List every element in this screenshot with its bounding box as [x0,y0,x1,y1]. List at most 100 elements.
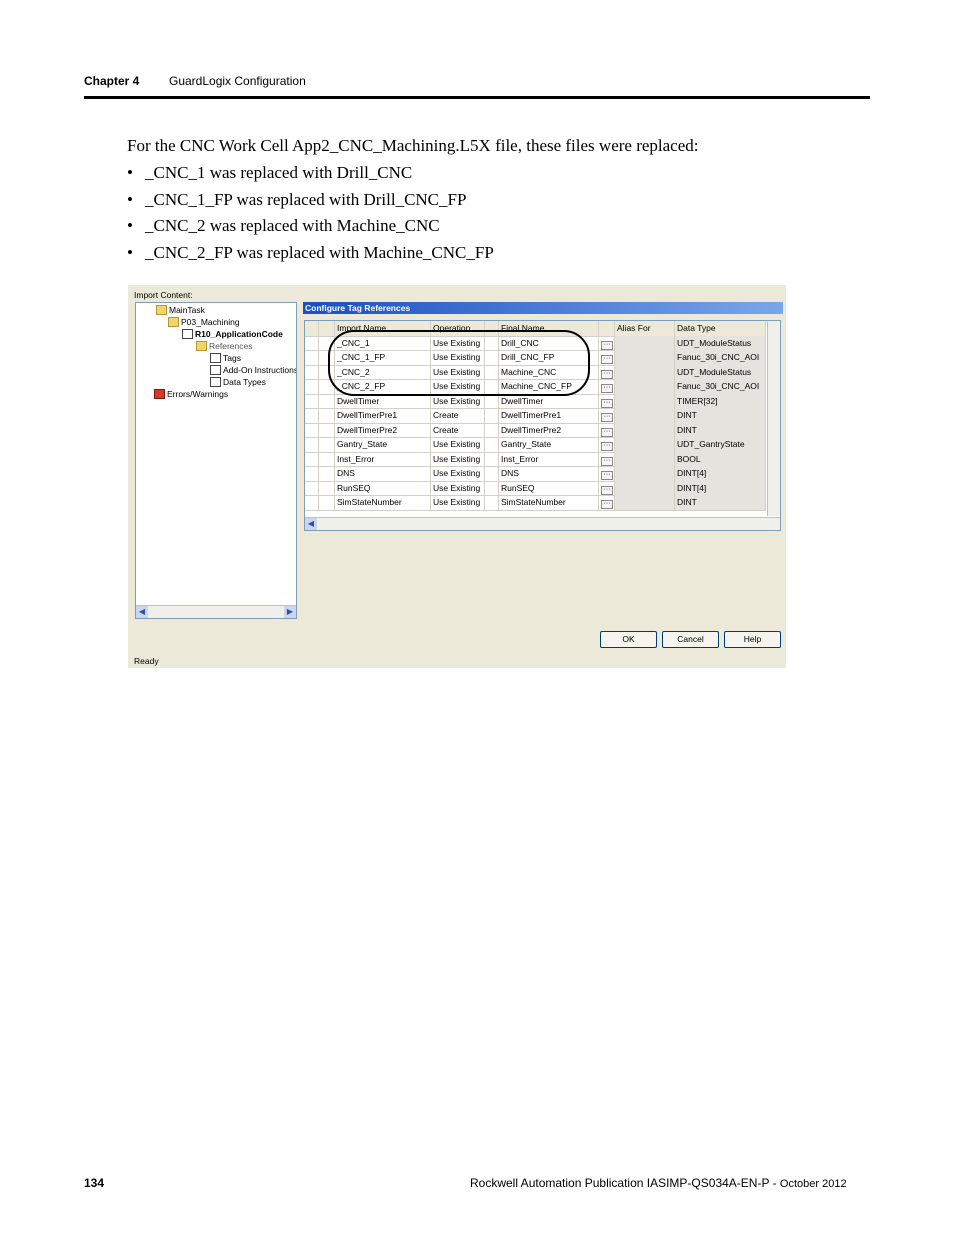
row-selector [305,451,319,466]
scroll-left-icon[interactable]: ◀ [305,518,317,530]
table-row[interactable]: Inst_Error Use Existing Inst_Error ··· BOOL [305,451,766,467]
row-icon-cell [319,422,335,437]
browse-cell[interactable]: ··· [599,379,615,394]
browse-ellipsis-icon[interactable]: ··· [601,500,613,509]
tree-item-references[interactable]: References [196,341,252,351]
browse-ellipsis-icon[interactable]: ··· [601,456,613,466]
alias-for-cell [615,437,675,452]
grid-hscrollbar[interactable]: ◀ [305,517,780,530]
aoi-icon [210,365,221,375]
status-bar: Ready [134,656,159,666]
import-name-cell: SimStateNumber [335,495,431,510]
table-row[interactable]: SimStateNumber Use Existing SimStateNumber… [305,495,766,511]
row-selector [305,364,319,379]
browse-ellipsis-icon[interactable]: ··· [601,384,613,393]
final-name-cell: Inst_Error [499,451,599,466]
browse-ellipsis-icon[interactable]: ··· [601,442,613,451]
data-type-cell: DINT[4] [675,466,766,481]
chapter-title: GuardLogix Configuration [169,74,306,88]
browse-ellipsis-icon[interactable]: ··· [601,485,613,495]
table-row[interactable]: Gantry_State Use Existing Gantry_State ··· U… [305,437,766,453]
import-name-cell: DwellTimerPre2 [335,422,431,437]
datatypes-icon [210,377,221,387]
browse-cell[interactable]: ··· [599,466,615,481]
browse-cell[interactable]: ··· [599,335,615,350]
alias-for-cell [615,379,675,394]
browse-cell[interactable]: ··· [599,393,615,408]
tree-item-program[interactable]: P03_Machining [168,317,240,327]
tags-icon [210,353,221,363]
final-icon-cell [485,495,499,510]
import-content-label: Import Content: [134,290,193,300]
operation-cell: Use Existing [431,495,485,510]
final-icon-cell [485,422,499,437]
browse-cell[interactable]: ··· [599,408,615,423]
row-selector [305,408,319,423]
tree-item-routine[interactable]: R10_ApplicationCode [182,329,283,339]
final-icon-cell [485,408,499,423]
table-row[interactable]: DNS Use Existing DNS ··· DINT[4] [305,466,766,482]
browse-ellipsis-icon[interactable]: ··· [601,369,613,379]
import-tree: MainTask P03_Machining R10_ApplicationCo… [135,302,297,619]
col-alias-for[interactable]: Alias For [615,321,675,336]
cancel-button[interactable]: Cancel [662,631,719,648]
table-row[interactable]: RunSEQ Use Existing RunSEQ ··· DINT[4] [305,480,766,496]
browse-cell[interactable]: ··· [599,437,615,452]
browse-cell[interactable]: ··· [599,364,615,379]
browse-cell[interactable]: ··· [599,350,615,365]
alias-for-cell [615,480,675,495]
scroll-left-icon[interactable]: ◀ [136,606,148,618]
browse-ellipsis-icon[interactable]: ··· [601,413,613,422]
alias-for-cell [615,408,675,423]
help-button[interactable]: Help [724,631,781,648]
publication-id: Rockwell Automation Publication IASIMP-Q… [470,1176,780,1190]
page-number: 134 [84,1176,105,1190]
alias-for-cell [615,495,675,510]
ok-button[interactable]: OK [600,631,657,648]
table-row[interactable]: DwellTimerPre1 Create DwellTimerPre1 ··· DIN… [305,408,766,424]
browse-cell[interactable]: ··· [599,480,615,495]
final-name-cell: SimStateNumber [499,495,599,510]
browse-cell[interactable]: ··· [599,495,615,510]
row-selector [305,393,319,408]
browse-ellipsis-icon[interactable]: ··· [601,355,613,364]
final-icon-cell [485,466,499,481]
data-type-cell: UDT_ModuleStatus [675,364,766,379]
alias-for-cell [615,335,675,350]
row-icon-cell [319,466,335,481]
row-selector [305,466,319,481]
list-item: _CNC_1_FP was replaced with Drill_CNC_FP [127,189,494,216]
error-icon [154,389,165,399]
scroll-right-icon[interactable]: ▶ [284,606,296,618]
browse-ellipsis-icon[interactable]: ··· [601,340,613,350]
tree-item-errors[interactable]: Errors/Warnings [154,389,228,399]
import-name-cell: DNS [335,466,431,481]
operation-cell: Create [431,408,485,423]
col-data-type[interactable]: Data Type [675,321,766,336]
row-selector [305,480,319,495]
row-icon-cell [319,437,335,452]
operation-cell: Use Existing [431,451,485,466]
browse-ellipsis-icon[interactable]: ··· [601,427,613,437]
table-row[interactable]: DwellTimerPre2 Create DwellTimerPre2 ··· DIN… [305,422,766,438]
tree-item-tags[interactable]: Tags [210,353,241,363]
data-type-cell: DINT [675,408,766,423]
browse-ellipsis-icon[interactable]: ··· [601,471,613,480]
final-icon-cell [485,451,499,466]
grid-vscrollbar[interactable] [767,321,780,516]
alias-for-cell [615,466,675,481]
import-name-cell: RunSEQ [335,480,431,495]
tree-item-maintask[interactable]: MainTask [156,305,205,315]
final-icon-cell [485,437,499,452]
browse-ellipsis-icon[interactable]: ··· [601,398,613,408]
tree-hscrollbar[interactable]: ◀ ▶ [136,605,296,618]
browse-cell[interactable]: ··· [599,451,615,466]
final-name-cell: DNS [499,466,599,481]
tree-item-aoi[interactable]: Add-On Instructions [210,365,296,375]
data-type-cell: Fanuc_30i_CNC_AOI [675,350,766,365]
browse-cell[interactable]: ··· [599,422,615,437]
data-type-cell: DINT [675,495,766,510]
tree-item-datatypes[interactable]: Data Types [210,377,266,387]
replacement-list: _CNC_1 was replaced with Drill_CNC _CNC_… [127,162,494,268]
row-selector [305,437,319,452]
